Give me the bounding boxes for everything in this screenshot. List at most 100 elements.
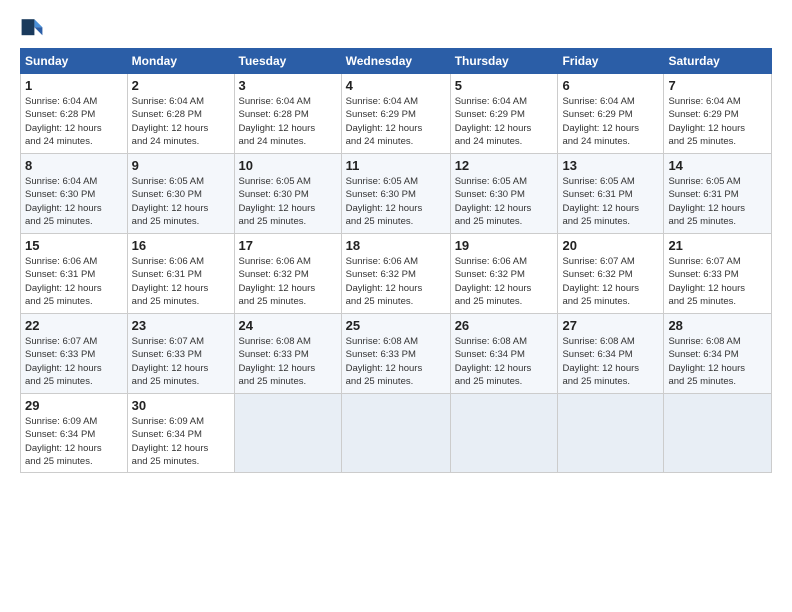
day-number: 1 [25, 78, 123, 93]
calendar-week-5: 29 Sunrise: 6:09 AM Sunset: 6:34 PM Dayli… [21, 394, 772, 473]
day-info: Sunrise: 6:06 AM Sunset: 6:32 PM Dayligh… [346, 255, 446, 308]
day-number: 13 [562, 158, 659, 173]
day-info: Sunrise: 6:07 AM Sunset: 6:33 PM Dayligh… [668, 255, 767, 308]
calendar-cell: 10 Sunrise: 6:05 AM Sunset: 6:30 PM Dayli… [234, 154, 341, 234]
calendar-cell: 11Sunrise: 6:05 AM Sunset: 6:30 PM Dayli… [341, 154, 450, 234]
day-number: 26 [455, 318, 554, 333]
calendar-cell: 19Sunrise: 6:06 AM Sunset: 6:32 PM Dayli… [450, 234, 558, 314]
calendar-header-saturday: Saturday [664, 49, 772, 74]
day-info: Sunrise: 6:04 AM Sunset: 6:29 PM Dayligh… [668, 95, 767, 148]
calendar-header-friday: Friday [558, 49, 664, 74]
day-number: 22 [25, 318, 123, 333]
calendar-cell: 26 Sunrise: 6:08 AM Sunset: 6:34 PM Dayli… [450, 314, 558, 394]
day-info: Sunrise: 6:09 AM Sunset: 6:34 PM Dayligh… [132, 415, 230, 468]
day-number: 6 [562, 78, 659, 93]
day-number: 21 [668, 238, 767, 253]
calendar-cell [664, 394, 772, 473]
day-number: 4 [346, 78, 446, 93]
calendar-cell: 4 Sunrise: 6:04 AM Sunset: 6:29 PM Daylig… [341, 74, 450, 154]
calendar-cell [558, 394, 664, 473]
day-number: 29 [25, 398, 123, 413]
calendar: SundayMondayTuesdayWednesdayThursdayFrid… [20, 48, 772, 473]
calendar-header-wednesday: Wednesday [341, 49, 450, 74]
calendar-week-3: 15 Sunrise: 6:06 AM Sunset: 6:31 PM Dayli… [21, 234, 772, 314]
calendar-cell [450, 394, 558, 473]
day-number: 8 [25, 158, 123, 173]
calendar-cell: 20 Sunrise: 6:07 AM Sunset: 6:32 PM Dayli… [558, 234, 664, 314]
calendar-week-2: 8 Sunrise: 6:04 AM Sunset: 6:30 PM Daylig… [21, 154, 772, 234]
calendar-cell: 1 Sunrise: 6:04 AM Sunset: 6:28 PM Daylig… [21, 74, 128, 154]
day-info: Sunrise: 6:04 AM Sunset: 6:28 PM Dayligh… [239, 95, 337, 148]
day-number: 30 [132, 398, 230, 413]
day-info: Sunrise: 6:08 AM Sunset: 6:34 PM Dayligh… [455, 335, 554, 388]
day-info: Sunrise: 6:08 AM Sunset: 6:34 PM Dayligh… [562, 335, 659, 388]
calendar-cell [234, 394, 341, 473]
day-info: Sunrise: 6:08 AM Sunset: 6:33 PM Dayligh… [239, 335, 337, 388]
day-number: 28 [668, 318, 767, 333]
logo-icon [20, 16, 44, 40]
day-info: Sunrise: 6:06 AM Sunset: 6:31 PM Dayligh… [25, 255, 123, 308]
day-info: Sunrise: 6:04 AM Sunset: 6:29 PM Dayligh… [346, 95, 446, 148]
calendar-cell: 13 Sunrise: 6:05 AM Sunset: 6:31 PM Dayli… [558, 154, 664, 234]
calendar-cell: 9Sunrise: 6:05 AM Sunset: 6:30 PM Daylig… [127, 154, 234, 234]
calendar-header-thursday: Thursday [450, 49, 558, 74]
calendar-header-tuesday: Tuesday [234, 49, 341, 74]
day-info: Sunrise: 6:04 AM Sunset: 6:28 PM Dayligh… [25, 95, 123, 148]
calendar-cell: 25Sunrise: 6:08 AM Sunset: 6:33 PM Dayli… [341, 314, 450, 394]
day-info: Sunrise: 6:09 AM Sunset: 6:34 PM Dayligh… [25, 415, 123, 468]
calendar-header-monday: Monday [127, 49, 234, 74]
calendar-cell: 27Sunrise: 6:08 AM Sunset: 6:34 PM Dayli… [558, 314, 664, 394]
day-info: Sunrise: 6:04 AM Sunset: 6:29 PM Dayligh… [562, 95, 659, 148]
calendar-cell: 16 Sunrise: 6:06 AM Sunset: 6:31 PM Dayli… [127, 234, 234, 314]
day-number: 23 [132, 318, 230, 333]
day-number: 20 [562, 238, 659, 253]
page: SundayMondayTuesdayWednesdayThursdayFrid… [0, 0, 792, 612]
day-number: 16 [132, 238, 230, 253]
day-number: 15 [25, 238, 123, 253]
day-info: Sunrise: 6:08 AM Sunset: 6:34 PM Dayligh… [668, 335, 767, 388]
calendar-cell: 14Sunrise: 6:05 AM Sunset: 6:31 PM Dayli… [664, 154, 772, 234]
day-number: 14 [668, 158, 767, 173]
day-info: Sunrise: 6:05 AM Sunset: 6:31 PM Dayligh… [562, 175, 659, 228]
calendar-cell: 28 Sunrise: 6:08 AM Sunset: 6:34 PM Dayli… [664, 314, 772, 394]
calendar-cell: 24 Sunrise: 6:08 AM Sunset: 6:33 PM Dayli… [234, 314, 341, 394]
day-number: 25 [346, 318, 446, 333]
day-info: Sunrise: 6:06 AM Sunset: 6:32 PM Dayligh… [455, 255, 554, 308]
day-number: 12 [455, 158, 554, 173]
day-number: 3 [239, 78, 337, 93]
day-info: Sunrise: 6:05 AM Sunset: 6:30 PM Dayligh… [455, 175, 554, 228]
calendar-cell: 12 Sunrise: 6:05 AM Sunset: 6:30 PM Dayli… [450, 154, 558, 234]
day-number: 24 [239, 318, 337, 333]
day-number: 17 [239, 238, 337, 253]
day-info: Sunrise: 6:05 AM Sunset: 6:30 PM Dayligh… [132, 175, 230, 228]
day-info: Sunrise: 6:04 AM Sunset: 6:30 PM Dayligh… [25, 175, 123, 228]
day-info: Sunrise: 6:04 AM Sunset: 6:28 PM Dayligh… [132, 95, 230, 148]
day-info: Sunrise: 6:07 AM Sunset: 6:33 PM Dayligh… [132, 335, 230, 388]
day-number: 7 [668, 78, 767, 93]
calendar-cell: 15 Sunrise: 6:06 AM Sunset: 6:31 PM Dayli… [21, 234, 128, 314]
calendar-cell: 5 Sunrise: 6:04 AM Sunset: 6:29 PM Daylig… [450, 74, 558, 154]
day-info: Sunrise: 6:05 AM Sunset: 6:30 PM Dayligh… [239, 175, 337, 228]
calendar-cell: 17 Sunrise: 6:06 AM Sunset: 6:32 PM Dayli… [234, 234, 341, 314]
day-info: Sunrise: 6:07 AM Sunset: 6:33 PM Dayligh… [25, 335, 123, 388]
logo [20, 16, 48, 40]
calendar-cell: 29 Sunrise: 6:09 AM Sunset: 6:34 PM Dayli… [21, 394, 128, 473]
day-number: 11 [346, 158, 446, 173]
day-info: Sunrise: 6:06 AM Sunset: 6:32 PM Dayligh… [239, 255, 337, 308]
calendar-cell: 3 Sunrise: 6:04 AM Sunset: 6:28 PM Daylig… [234, 74, 341, 154]
calendar-week-4: 22 Sunrise: 6:07 AM Sunset: 6:33 PM Dayli… [21, 314, 772, 394]
day-number: 18 [346, 238, 446, 253]
day-number: 5 [455, 78, 554, 93]
calendar-cell: 22 Sunrise: 6:07 AM Sunset: 6:33 PM Dayli… [21, 314, 128, 394]
calendar-cell: 21 Sunrise: 6:07 AM Sunset: 6:33 PM Dayli… [664, 234, 772, 314]
calendar-header-row: SundayMondayTuesdayWednesdayThursdayFrid… [21, 49, 772, 74]
calendar-cell: 8 Sunrise: 6:04 AM Sunset: 6:30 PM Daylig… [21, 154, 128, 234]
day-number: 10 [239, 158, 337, 173]
day-info: Sunrise: 6:06 AM Sunset: 6:31 PM Dayligh… [132, 255, 230, 308]
day-info: Sunrise: 6:07 AM Sunset: 6:32 PM Dayligh… [562, 255, 659, 308]
day-info: Sunrise: 6:04 AM Sunset: 6:29 PM Dayligh… [455, 95, 554, 148]
calendar-cell: 23 Sunrise: 6:07 AM Sunset: 6:33 PM Dayli… [127, 314, 234, 394]
calendar-cell [341, 394, 450, 473]
calendar-cell: 18 Sunrise: 6:06 AM Sunset: 6:32 PM Dayli… [341, 234, 450, 314]
calendar-cell: 6 Sunrise: 6:04 AM Sunset: 6:29 PM Daylig… [558, 74, 664, 154]
